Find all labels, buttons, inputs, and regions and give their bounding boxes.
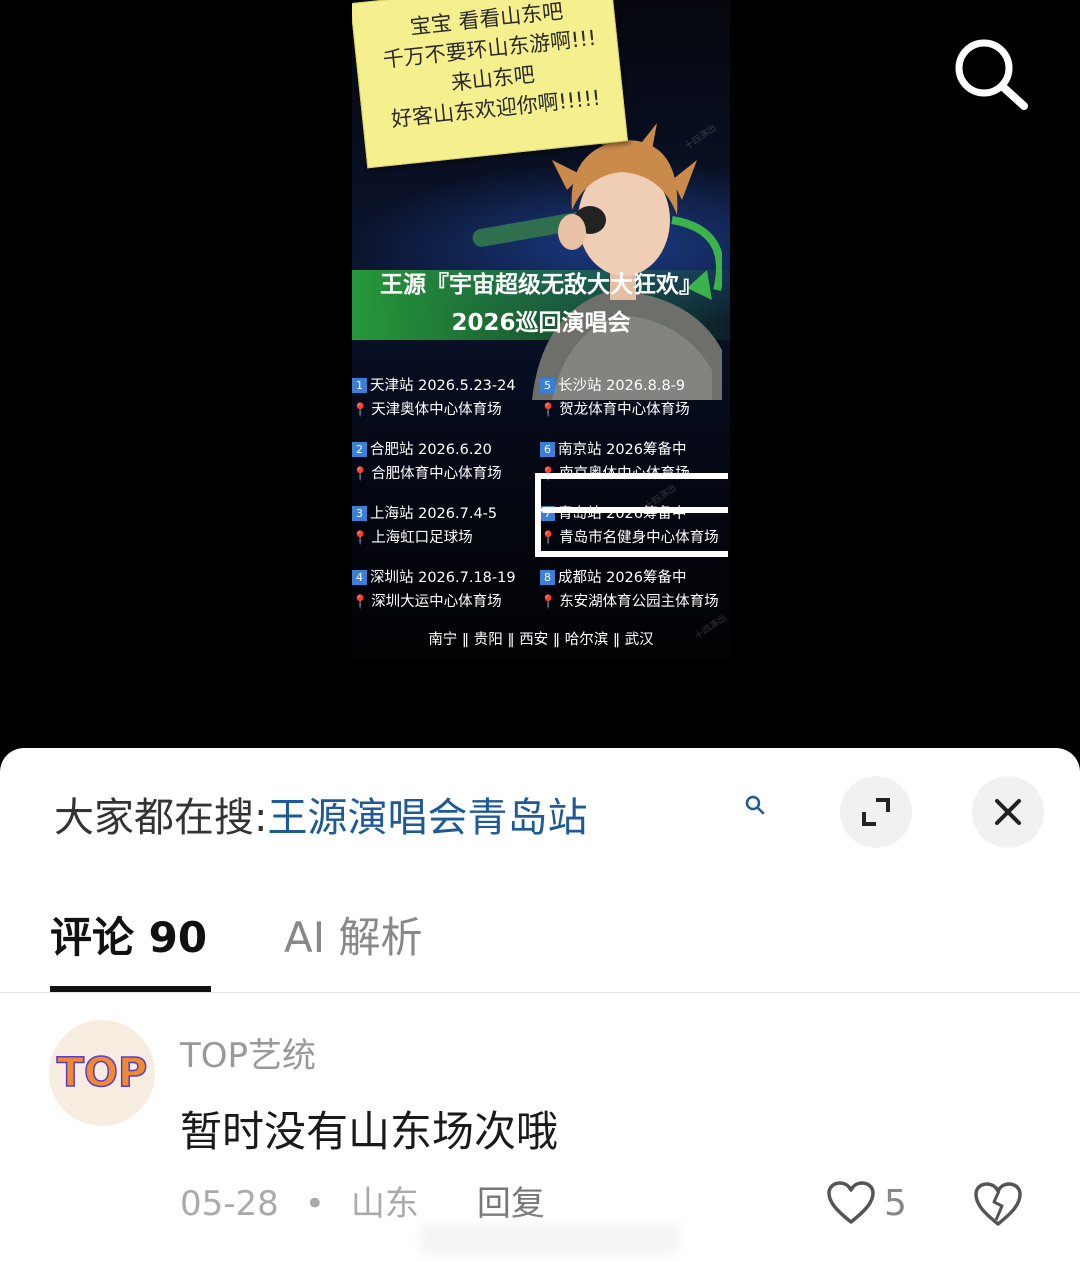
comment-text: 暂时没有山东场次哦: [180, 1107, 559, 1156]
broken-heart-icon: [974, 1182, 1022, 1226]
concert-poster[interactable]: 宝宝 看看山东吧 千万不要环山东游啊!!! 来山东吧 好客山东欢迎你啊!!!!!…: [352, 0, 730, 660]
pin-icon: 📍: [352, 467, 369, 482]
stop-venue: 贺龙体育中心体育场: [559, 402, 690, 418]
top-logo-icon: TOP: [56, 1049, 148, 1097]
meta-separator: •: [304, 1184, 325, 1224]
tour-stop: 4 深圳站 2026.7.18-19 📍 深圳大运中心体育场: [352, 566, 542, 615]
more-cities: 南宁 ‖ 贵阳 ‖ 西安 ‖ 哈尔滨 ‖ 武汉: [428, 632, 654, 648]
stop-station: 南京站 2026筹备中: [558, 442, 687, 458]
stop-number: 2: [352, 442, 367, 457]
expand-icon: [862, 798, 890, 826]
reply-button[interactable]: 回复: [477, 1180, 545, 1228]
comments-sheet: 大家都在搜:王源演唱会青岛站 评论 90 AI 解析 TOP TOP艺统 暂时没…: [0, 748, 1080, 1261]
stop-venue: 东安湖体育公园主体育场: [559, 594, 719, 610]
tabs-divider: [0, 992, 1080, 993]
stop-station: 成都站 2026筹备中: [558, 570, 687, 586]
stop-number: 1: [352, 378, 367, 393]
tab-comments[interactable]: 评论 90: [50, 908, 207, 968]
expand-button[interactable]: [840, 776, 912, 848]
pin-icon: 📍: [540, 595, 557, 610]
stop-venue: 合肥体育中心体育场: [371, 466, 502, 482]
dislike-button[interactable]: [972, 1180, 1024, 1228]
pin-icon: 📍: [540, 403, 557, 418]
sticky-note: 宝宝 看看山东吧 千万不要环山东游啊!!! 来山东吧 好客山东欢迎你啊!!!!!: [352, 0, 628, 169]
comment-meta: 05-28 • 山东 回复: [180, 1180, 545, 1228]
search-suggestion[interactable]: 大家都在搜:王源演唱会青岛站: [54, 788, 765, 848]
search-button[interactable]: [950, 34, 1034, 112]
suggestion-term: 王源演唱会青岛站: [267, 795, 588, 841]
scribble-highlight: [535, 473, 728, 557]
media-viewer[interactable]: 宝宝 看看山东吧 千万不要环山东游啊!!! 来山东吧 好客山东欢迎你啊!!!!!…: [0, 0, 1080, 748]
tour-stop: 5 长沙站 2026.8.8-9 📍 贺龙体育中心体育场: [540, 374, 730, 423]
stop-number: 6: [540, 442, 555, 457]
stop-venue: 天津奥体中心体育场: [371, 402, 502, 418]
like-count: 5: [884, 1183, 907, 1224]
stop-number: 4: [352, 570, 367, 585]
comment-location: 山东: [350, 1184, 419, 1224]
tour-stop: 1 天津站 2026.5.23-24 📍 天津奥体中心体育场: [352, 374, 542, 423]
avatar[interactable]: TOP: [49, 1020, 155, 1126]
suggestion-prefix: 大家都在搜:: [54, 795, 268, 841]
tour-stop: 3 上海站 2026.7.4-5 📍 上海虹口足球场: [352, 502, 542, 551]
heart-icon: [827, 1181, 875, 1224]
blurred-area: [420, 1224, 680, 1254]
stop-station: 长沙站 2026.8.8-9: [558, 378, 686, 394]
close-icon: [995, 799, 1021, 825]
poster-title: 王源『宇宙超级无敌大大狂欢』: [380, 272, 702, 298]
pin-icon: 📍: [352, 403, 369, 418]
stop-station: 深圳站 2026.7.18-19: [370, 570, 516, 586]
pin-icon: 📍: [352, 531, 369, 546]
tour-stop: 8 成都站 2026筹备中 📍 东安湖体育公园主体育场: [540, 566, 730, 615]
poster-subtitle: 2026巡回演唱会: [451, 310, 631, 336]
stop-number: 8: [540, 570, 555, 585]
search-small-icon: [745, 795, 765, 815]
tour-stop: 2 合肥站 2026.6.20 📍 合肥体育中心体育场: [352, 438, 542, 487]
pin-icon: 📍: [352, 595, 369, 610]
stop-station: 上海站 2026.7.4-5: [370, 506, 498, 522]
stop-number: 3: [352, 506, 367, 521]
comment-username[interactable]: TOP艺统: [180, 1028, 316, 1077]
stop-station: 天津站 2026.5.23-24: [370, 378, 516, 394]
stop-venue: 上海虹口足球场: [371, 530, 473, 546]
stop-venue: 深圳大运中心体育场: [371, 594, 502, 610]
tab-ai-analysis[interactable]: AI 解析: [284, 908, 422, 968]
comment-date: 05-28: [180, 1184, 279, 1224]
stop-number: 5: [540, 378, 555, 393]
singer-photo: [472, 123, 722, 400]
avatar-logo-text: TOP: [57, 1050, 148, 1096]
search-icon: [955, 39, 1028, 110]
stop-station: 合肥站 2026.6.20: [370, 442, 492, 458]
close-button[interactable]: [972, 776, 1044, 848]
